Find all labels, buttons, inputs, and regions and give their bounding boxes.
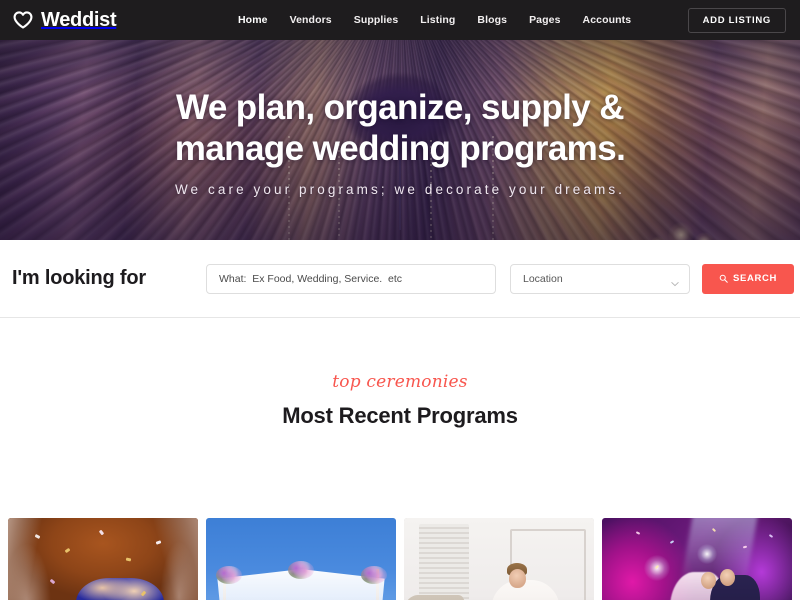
brand-logo[interactable]: Weddist — [12, 9, 117, 31]
heart-icon — [12, 9, 34, 31]
nav-item-pages[interactable]: Pages — [529, 15, 560, 26]
program-card-image — [602, 518, 792, 600]
add-listing-button[interactable]: ADD LISTING — [687, 8, 786, 33]
program-card-image — [404, 518, 594, 600]
main-navigation: Home Vendors Supplies Listing Blogs Page… — [238, 0, 631, 40]
search-heading: I'm looking for — [12, 267, 146, 289]
nav-item-listing[interactable]: Listing — [420, 15, 455, 26]
section-eyebrow: top ceremonies — [332, 372, 468, 392]
brand-name: Weddist — [41, 9, 117, 31]
site-header: Weddist Home Vendors Supplies Listing Bl… — [0, 0, 800, 40]
nav-item-vendors[interactable]: Vendors — [290, 15, 332, 26]
search-location-label: Location — [523, 272, 563, 285]
search-submit-label: SEARCH — [732, 273, 777, 284]
program-card-confetti-dance[interactable] — [8, 518, 198, 600]
search-submit-button[interactable]: SEARCH — [702, 263, 794, 294]
program-card-wedding-arch[interactable] — [206, 518, 396, 600]
chevron-down-icon — [671, 275, 679, 286]
nav-item-home[interactable]: Home — [238, 15, 268, 26]
hero-title: We plan, organize, supply & manage weddi… — [0, 88, 800, 169]
section-title: Most Recent Programs — [282, 403, 518, 428]
hero-title-line-1: We plan, organize, supply & — [176, 88, 625, 127]
hero-banner: We plan, organize, supply & manage weddi… — [0, 40, 800, 240]
nav-item-blogs[interactable]: Blogs — [477, 15, 507, 26]
program-card-image — [206, 518, 396, 600]
program-card-image — [8, 518, 198, 600]
search-bar: I'm looking for Location SEARCH — [0, 240, 800, 318]
hero-subtitle: We care your programs; we decorate your … — [174, 182, 626, 198]
nav-item-supplies[interactable]: Supplies — [354, 15, 399, 26]
recent-programs-section: top ceremonies Most Recent Programs — [0, 318, 800, 600]
hero-copy: We plan, organize, supply & manage weddi… — [0, 88, 800, 197]
search-what-input[interactable] — [206, 263, 496, 294]
program-card-row — [8, 518, 792, 600]
nav-item-accounts[interactable]: Accounts — [583, 15, 632, 26]
program-card-couple-lights[interactable] — [602, 518, 792, 600]
search-icon — [719, 274, 728, 283]
hero-title-line-2: manage wedding programs. — [174, 128, 626, 168]
program-card-bride-bouquet[interactable] — [404, 518, 594, 600]
search-location-select[interactable]: Location — [510, 263, 690, 294]
